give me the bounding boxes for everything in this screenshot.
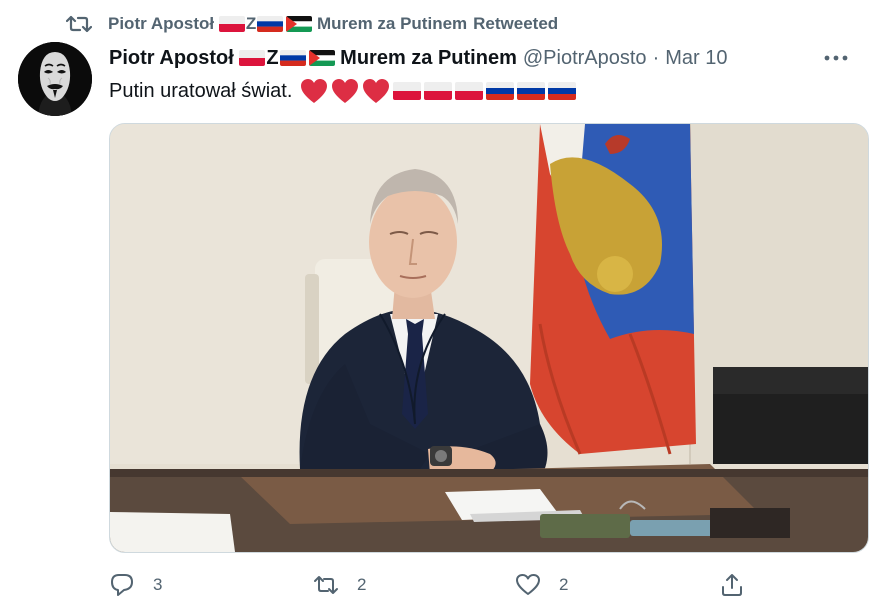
emoji-sequence xyxy=(300,78,579,104)
anonymous-mask-avatar-icon xyxy=(18,42,92,116)
like-count: 2 xyxy=(559,575,569,594)
red-heart-icon xyxy=(362,78,390,104)
reply-count: 3 xyxy=(153,575,163,594)
author-name-suffix: Murem za Putinem xyxy=(340,46,517,69)
retweeter-name[interactable]: Piotr Apostoł Z Murem za Putinem xyxy=(108,14,467,34)
russia-flag-icon xyxy=(257,16,284,32)
tweet-actions: 3 2 2 xyxy=(109,568,849,602)
retweet-icon xyxy=(65,13,93,35)
poland-flag-icon xyxy=(239,50,266,66)
retweeted-label: Retweeted xyxy=(473,14,559,33)
more-dots-icon xyxy=(824,55,848,61)
retweet-count: 2 xyxy=(357,575,367,594)
palestine-flag-icon xyxy=(286,16,313,32)
poland-flag-icon xyxy=(393,82,422,100)
author-name-text: Piotr Apostoł xyxy=(109,46,234,69)
avatar[interactable] xyxy=(18,42,92,116)
tweet-media-photo[interactable] xyxy=(109,123,869,553)
palestine-flag-icon xyxy=(308,50,335,66)
author-handle[interactable]: @PiotrAposto xyxy=(523,47,647,70)
russian-flag-drape xyxy=(530,124,696,455)
russia-flag-icon xyxy=(517,82,546,100)
retweet-header: Piotr Apostoł Z Murem za Putinem Retweet… xyxy=(65,12,559,36)
retweet-button[interactable]: 2 xyxy=(313,568,366,602)
z-letter: Z xyxy=(245,14,257,33)
tweet-header: Piotr Apostoł Z Murem za Putinem @PiotrA… xyxy=(109,44,858,72)
photo-man-at-desk-illustration xyxy=(110,124,868,552)
more-options-button[interactable] xyxy=(822,46,850,70)
poland-flag-icon xyxy=(424,82,453,100)
author-name[interactable]: Piotr Apostoł Z Murem za Putinem xyxy=(109,47,517,70)
poland-flag-icon xyxy=(218,16,245,32)
like-button[interactable]: 2 xyxy=(515,568,568,602)
retweet-icon xyxy=(314,576,338,594)
tweet-text: Putin uratował świat. xyxy=(109,76,579,106)
heart-outline-icon xyxy=(516,574,540,595)
z-letter: Z xyxy=(266,46,279,69)
tweet-date[interactable]: Mar 10 xyxy=(665,47,727,70)
tweet-body: Putin uratował świat. xyxy=(109,79,293,102)
retweeter-name-text: Piotr Apostoł xyxy=(108,14,215,33)
russia-flag-icon xyxy=(279,50,306,66)
red-heart-icon xyxy=(331,78,359,104)
reply-button[interactable]: 3 xyxy=(109,568,162,602)
russia-flag-icon xyxy=(486,82,515,100)
reply-icon xyxy=(111,574,133,596)
separator-dot: · xyxy=(652,46,660,69)
tweet-card[interactable]: Piotr Apostoł Z Murem za Putinem Retweet… xyxy=(0,0,878,616)
share-icon xyxy=(722,574,742,596)
share-button[interactable] xyxy=(719,568,745,602)
poland-flag-icon xyxy=(455,82,484,100)
red-heart-icon xyxy=(300,78,328,104)
retweeter-name-suffix: Murem za Putinem xyxy=(316,14,468,33)
russia-flag-icon xyxy=(548,82,577,100)
